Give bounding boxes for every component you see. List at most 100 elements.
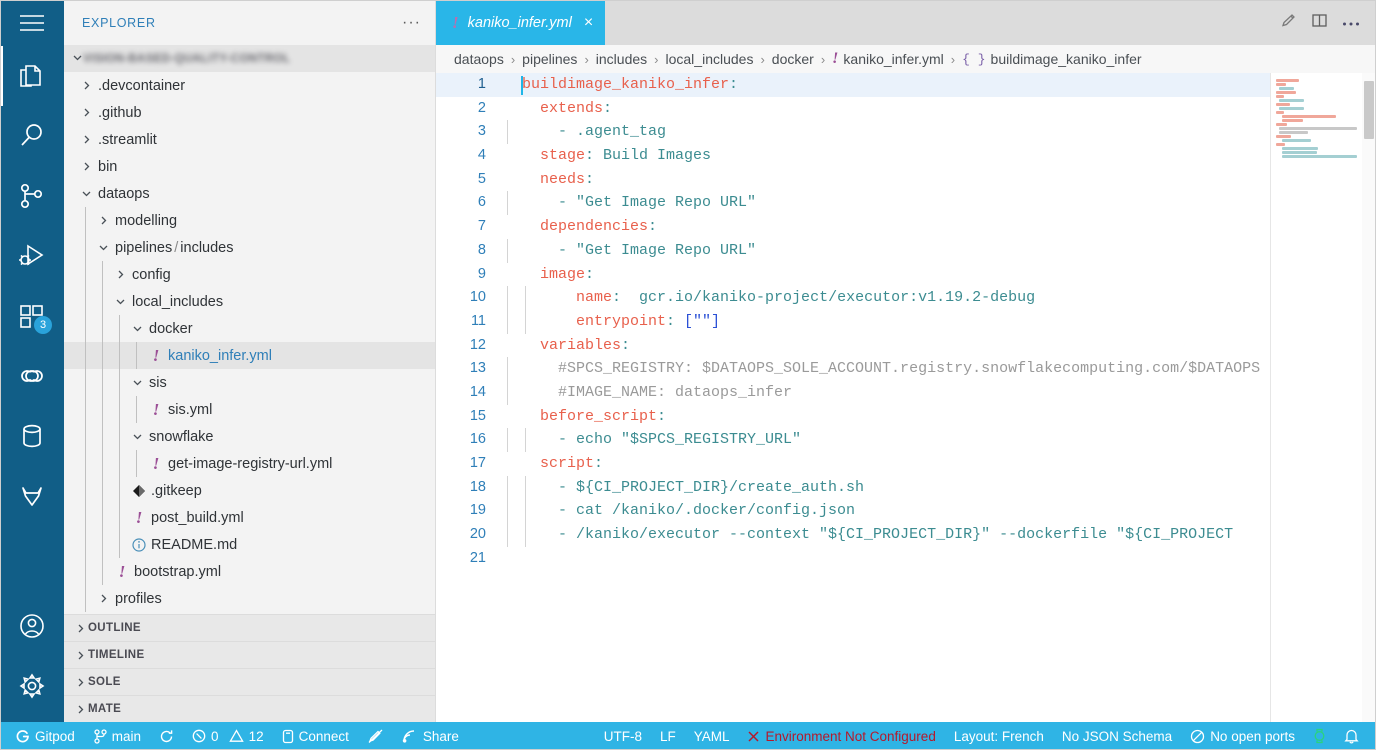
code-line[interactable]: 21 xyxy=(436,547,1270,571)
tree-file-row[interactable]: README.md xyxy=(64,531,435,558)
tree-folder-row[interactable]: modelling xyxy=(64,207,435,234)
status-connect[interactable]: Connect xyxy=(273,722,358,750)
breadcrumb[interactable]: dataops › pipelines › includes › local_include… xyxy=(436,45,1376,73)
breadcrumb-item[interactable]: local_includes xyxy=(666,51,754,67)
close-icon[interactable]: × xyxy=(581,14,593,32)
sidebar-section-timeline[interactable]: TIMELINE xyxy=(64,641,435,668)
tree-folder-row[interactable]: pipelines / includes xyxy=(64,234,435,261)
code-line[interactable]: 5 needs: xyxy=(436,168,1270,192)
chevron-right-icon[interactable] xyxy=(72,623,88,634)
tree-folder-row[interactable]: snowflake xyxy=(64,423,435,450)
sidebar-more-actions-icon[interactable]: ··· xyxy=(402,14,421,30)
tree-file-row[interactable]: ! bootstrap.yml xyxy=(64,558,435,585)
code-line[interactable]: 11 entrypoint: [""] xyxy=(436,309,1270,334)
tree-folder-row[interactable]: profiles xyxy=(64,585,435,612)
chevron-right-icon[interactable] xyxy=(72,650,88,661)
sidebar-item-explorer[interactable] xyxy=(0,46,64,106)
chevron-down-icon[interactable] xyxy=(129,323,145,334)
tree-folder-row[interactable]: config xyxy=(64,261,435,288)
chevron-right-icon[interactable] xyxy=(112,269,128,280)
status-gitpod[interactable]: Gitpod xyxy=(6,722,84,750)
status-notifications[interactable] xyxy=(1335,722,1368,750)
chevron-right-icon[interactable] xyxy=(78,107,94,118)
minimap[interactable] xyxy=(1270,73,1362,722)
code-line[interactable]: 13 #SPCS_REGISTRY: $DATAOPS_SOLE_ACCOUNT… xyxy=(436,357,1270,381)
chevron-right-icon[interactable] xyxy=(72,677,88,688)
status-ports-toggle[interactable] xyxy=(358,722,393,750)
tree-folder-row[interactable]: sis xyxy=(64,369,435,396)
gear-icon[interactable] xyxy=(0,656,64,716)
workspace-root-row[interactable]: VISION-BASED-QUALITY-CONTROL xyxy=(64,45,435,72)
code-line[interactable]: 4 stage: Build Images xyxy=(436,144,1270,168)
edit-pencil-icon[interactable] xyxy=(1280,12,1297,34)
status-watch[interactable] xyxy=(1304,722,1335,750)
tree-folder-row[interactable]: .devcontainer xyxy=(64,72,435,99)
breadcrumb-item[interactable]: docker xyxy=(772,51,814,67)
code-line[interactable]: 14 #IMAGE_NAME: dataops_infer xyxy=(436,380,1270,405)
status-eol[interactable]: LF xyxy=(651,722,685,750)
chevron-right-icon[interactable] xyxy=(78,134,94,145)
sidebar-item-extensions[interactable]: 3 xyxy=(0,286,64,346)
code-line[interactable]: 3 - .agent_tag xyxy=(436,120,1270,145)
status-layout[interactable]: Layout: French xyxy=(945,722,1053,750)
sidebar-item-database[interactable] xyxy=(0,406,64,466)
tree-folder-row[interactable]: bin xyxy=(64,153,435,180)
split-editor-icon[interactable] xyxy=(1311,12,1328,34)
breadcrumb-item[interactable]: pipelines xyxy=(522,51,577,67)
status-branch[interactable]: main xyxy=(84,722,150,750)
breadcrumb-item[interactable]: { } buildimage_kaniko_infer xyxy=(962,51,1141,67)
code-line[interactable]: 12 variables: xyxy=(436,334,1270,358)
code-line[interactable]: 18 - ${CI_PROJECT_DIR}/create_auth.sh xyxy=(436,475,1270,500)
tree-file-row[interactable]: .gitkeep xyxy=(64,477,435,504)
status-language-mode[interactable]: YAML xyxy=(685,722,739,750)
sidebar-item-gitlab[interactable] xyxy=(0,466,64,526)
more-actions-icon[interactable] xyxy=(1342,14,1360,32)
tree-folder-row[interactable]: dataops xyxy=(64,180,435,207)
code-line[interactable]: 19 - cat /kaniko/.docker/config.json xyxy=(436,499,1270,524)
breadcrumb-item[interactable]: dataops xyxy=(454,51,504,67)
status-json-schema[interactable]: No JSON Schema xyxy=(1053,722,1181,750)
code-line[interactable]: 10 name: gcr.io/kaniko-project/executor:… xyxy=(436,286,1270,310)
status-share[interactable]: Share xyxy=(393,722,468,750)
tree-folder-row[interactable]: .github xyxy=(64,99,435,126)
status-encoding[interactable]: UTF-8 xyxy=(595,722,651,750)
tree-file-row[interactable]: ! sis.yml xyxy=(64,396,435,423)
tree-file-row[interactable]: ! get-image-registry-url.yml xyxy=(64,450,435,477)
tree-file-row[interactable]: ! kaniko_infer.yml xyxy=(64,342,435,369)
code-editor[interactable]: 1 buildimage_kaniko_infer: 2 extends: 3 - .… xyxy=(436,73,1270,722)
scrollbar-thumb[interactable] xyxy=(1364,81,1374,139)
tree-file-row[interactable]: ! post_build.yml xyxy=(64,504,435,531)
breadcrumb-item[interactable]: includes xyxy=(596,51,647,67)
chevron-down-icon[interactable] xyxy=(95,242,111,253)
tree-folder-row[interactable]: local_includes xyxy=(64,288,435,315)
tree-folder-row[interactable]: docker xyxy=(64,315,435,342)
sidebar-item-source-control[interactable] xyxy=(0,166,64,226)
chevron-right-icon[interactable] xyxy=(95,215,111,226)
sidebar-item-run-and-debug[interactable] xyxy=(0,226,64,286)
chevron-down-icon[interactable] xyxy=(129,377,145,388)
status-environment[interactable]: Environment Not Configured xyxy=(738,722,944,750)
sidebar-section-outline[interactable]: OUTLINE xyxy=(64,614,435,641)
chevron-right-icon[interactable] xyxy=(72,704,88,715)
chevron-down-icon[interactable] xyxy=(112,296,128,307)
code-line[interactable]: 7 dependencies: xyxy=(436,215,1270,239)
code-line[interactable]: 2 extends: xyxy=(436,97,1270,121)
code-line[interactable]: 15 before_script: xyxy=(436,405,1270,429)
sidebar-section-mate[interactable]: MATE xyxy=(64,695,435,722)
code-line[interactable]: 6 - "Get Image Repo URL" xyxy=(436,191,1270,216)
status-problems[interactable]: 0 12 xyxy=(183,722,273,750)
code-line[interactable]: 17 script: xyxy=(436,452,1270,476)
status-sync[interactable] xyxy=(150,722,183,750)
chevron-right-icon[interactable] xyxy=(78,80,94,91)
status-open-ports[interactable]: No open ports xyxy=(1181,722,1304,750)
code-line[interactable]: 20 - /kaniko/executor --context "${CI_PR… xyxy=(436,523,1270,547)
menu-hamburger-icon[interactable] xyxy=(0,0,64,46)
code-line[interactable]: 16 - echo "$SPCS_REGISTRY_URL" xyxy=(436,428,1270,452)
account-circle-icon[interactable] xyxy=(0,596,64,656)
breadcrumb-item[interactable]: ! kaniko_infer.yml xyxy=(832,50,944,68)
sidebar-section-sole[interactable]: SOLE xyxy=(64,668,435,695)
sidebar-item-search[interactable] xyxy=(0,106,64,166)
chevron-down-icon[interactable] xyxy=(129,431,145,442)
file-tree[interactable]: VISION-BASED-QUALITY-CONTROL .devcontain… xyxy=(64,45,435,614)
chevron-down-icon[interactable] xyxy=(72,52,83,66)
